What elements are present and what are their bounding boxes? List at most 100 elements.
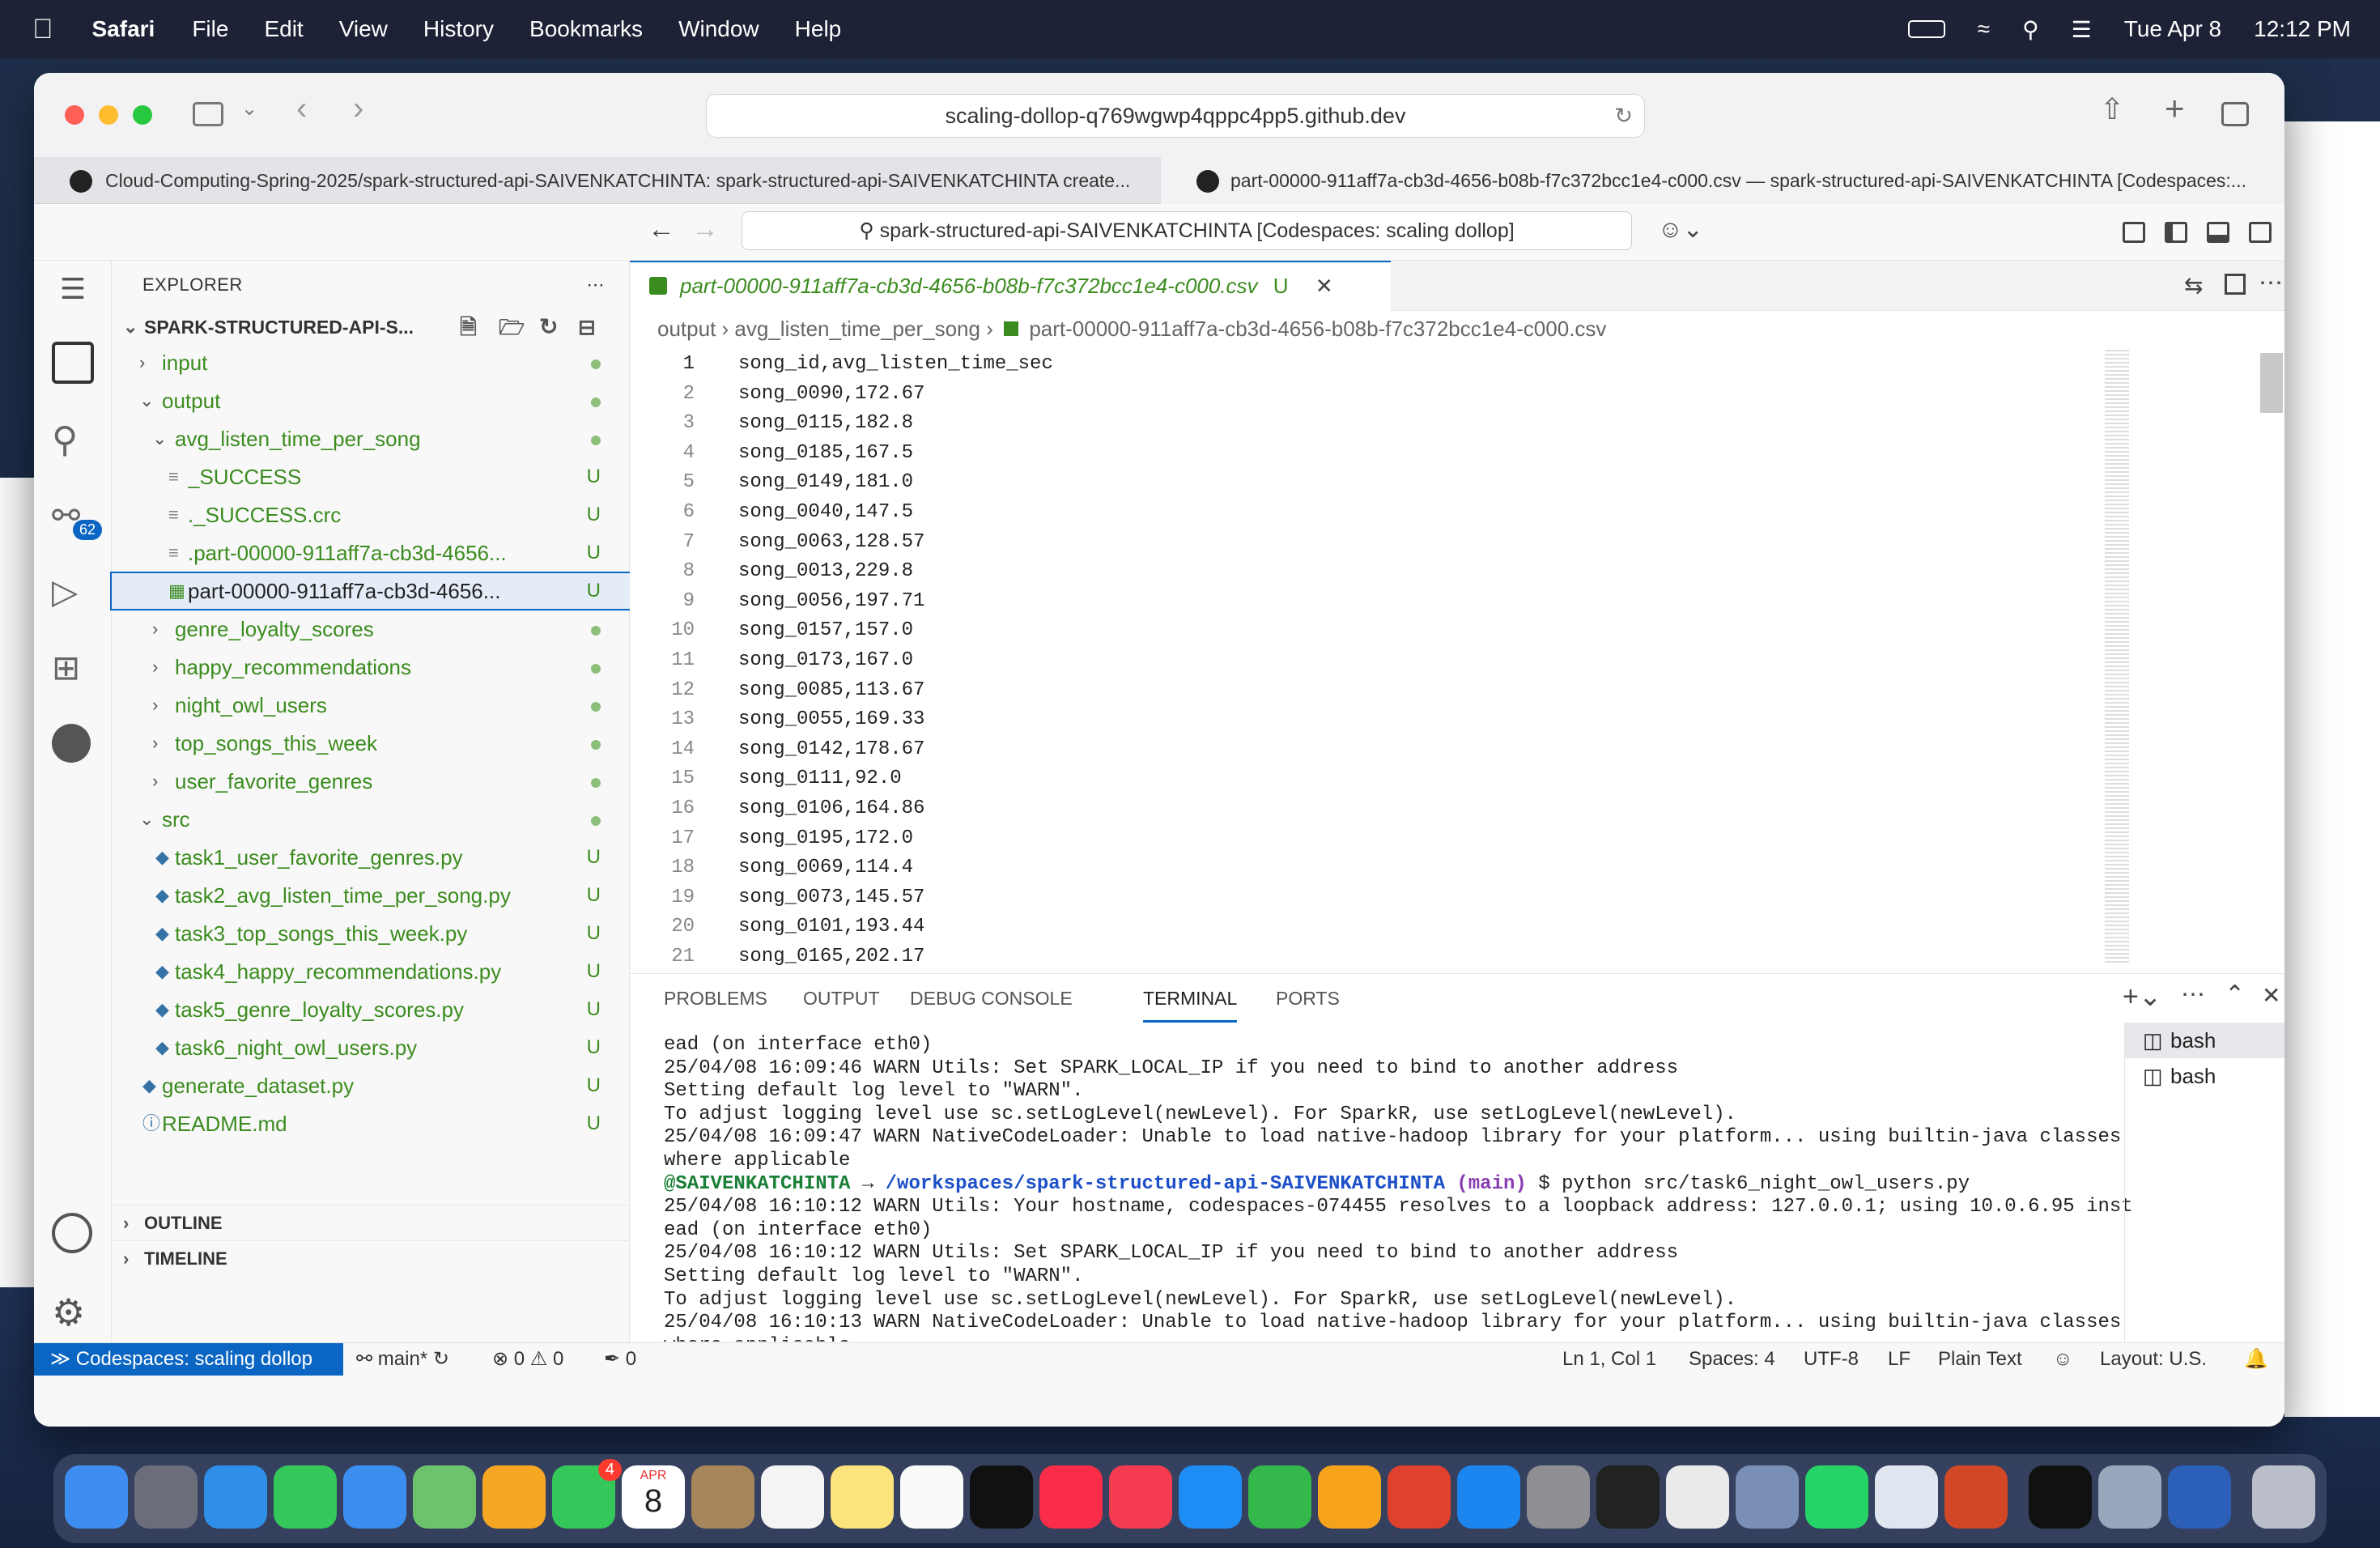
- code-line[interactable]: song_0101,193.44: [738, 916, 924, 938]
- mail-icon[interactable]: [343, 1465, 406, 1529]
- reminders-icon[interactable]: [761, 1465, 824, 1529]
- maps-icon[interactable]: [413, 1465, 476, 1529]
- menubar-time[interactable]: 12:12 PM: [2254, 16, 2351, 42]
- numbers-icon[interactable]: [1248, 1465, 1311, 1529]
- panel-tab-ports[interactable]: PORTS: [1276, 974, 1340, 1023]
- sidebar-toggle-icon[interactable]: [193, 102, 223, 126]
- zoom-window-button[interactable]: [133, 105, 152, 125]
- code-line[interactable]: song_0195,172.0: [738, 827, 913, 849]
- menu-help[interactable]: Help: [795, 16, 842, 42]
- panel-tab-debug-console[interactable]: DEBUG CONSOLE: [910, 974, 1073, 1023]
- apple-icon[interactable]: : [32, 14, 53, 45]
- workspace-root[interactable]: ⌄ SPARK-STRUCTURED-API-S... 🗎 🗁 ↻ ⊟: [112, 309, 630, 345]
- code-line[interactable]: song_0165,202.17: [738, 946, 924, 968]
- new-file-icon[interactable]: 🗎: [460, 309, 477, 345]
- app-icon[interactable]: [2029, 1465, 2092, 1529]
- menu-icon[interactable]: ☰: [52, 272, 94, 314]
- problems-indicator[interactable]: ⊗ 0 ⚠ 0: [492, 1343, 563, 1376]
- facetime-icon[interactable]: 4: [552, 1459, 622, 1529]
- code-line[interactable]: song_0115,182.8: [738, 412, 913, 434]
- editor-scrollbar[interactable]: [2260, 353, 2283, 413]
- files-icon[interactable]: [52, 342, 94, 384]
- tree-item[interactable]: ≡ .part-00000-911aff7a-cb3d-4656... U: [112, 535, 630, 571]
- code-line[interactable]: song_id,avg_listen_time_sec: [738, 353, 1053, 375]
- split-editor-icon[interactable]: [2225, 274, 2246, 295]
- code-line[interactable]: song_0085,113.67: [738, 679, 924, 701]
- notes-icon[interactable]: [831, 1465, 894, 1529]
- tree-item[interactable]: › genre_loyalty_scores: [112, 611, 630, 647]
- whatsapp-icon[interactable]: [1805, 1465, 1868, 1529]
- apple-tv-icon[interactable]: [970, 1465, 1033, 1529]
- code-line[interactable]: song_0013,229.8: [738, 560, 913, 582]
- contacts-icon[interactable]: [691, 1465, 754, 1529]
- outline-section[interactable]: › OUTLINE: [112, 1205, 630, 1240]
- search-icon[interactable]: ⚲: [52, 419, 94, 461]
- panel-tab-output[interactable]: OUTPUT: [803, 974, 880, 1023]
- background-window-left[interactable]: [0, 478, 34, 1287]
- app-store-icon[interactable]: [1457, 1465, 1520, 1529]
- copilot-icon[interactable]: ☺⌄: [1658, 215, 1703, 244]
- tree-item[interactable]: › night_owl_users: [112, 687, 630, 723]
- code-line[interactable]: song_0056,197.71: [738, 590, 924, 612]
- run-debug-icon[interactable]: ▷: [52, 572, 94, 614]
- menu-bookmarks[interactable]: Bookmarks: [529, 16, 643, 42]
- command-center[interactable]: ⚲ spark-structured-api-SAIVENKATCHINTA […: [742, 211, 1632, 250]
- tree-item[interactable]: ◆ task1_user_favorite_genres.py U: [112, 840, 630, 875]
- system-settings-icon[interactable]: [1527, 1465, 1590, 1529]
- code-line[interactable]: song_0073,145.57: [738, 887, 924, 908]
- reload-icon[interactable]: ↻: [1614, 95, 1633, 137]
- pages-icon[interactable]: [1318, 1465, 1381, 1529]
- github-icon[interactable]: [52, 724, 91, 763]
- new-folder-icon[interactable]: 🗁: [499, 309, 525, 345]
- tree-item[interactable]: ⌄ avg_listen_time_per_song: [112, 421, 630, 457]
- terminal[interactable]: ead (on interface eth0) 25/04/08 16:09:46…: [664, 1034, 2145, 1342]
- more-actions-icon[interactable]: ⋯: [2259, 269, 2283, 297]
- powerpoint-icon[interactable]: [1944, 1465, 2008, 1529]
- maximize-panel-icon[interactable]: ⌃: [2225, 980, 2245, 1009]
- tableau-icon[interactable]: [1875, 1465, 1938, 1529]
- terminal-item-bash[interactable]: ◫ bash: [2125, 1058, 2284, 1094]
- menu-view[interactable]: View: [339, 16, 388, 42]
- tree-item[interactable]: ≡ ._SUCCESS.crc U: [112, 497, 630, 533]
- app-icon[interactable]: [1388, 1465, 1451, 1529]
- menu-file[interactable]: File: [192, 16, 228, 42]
- finder-icon[interactable]: [65, 1465, 128, 1529]
- tree-item[interactable]: › top_songs_this_week: [112, 725, 630, 761]
- refresh-icon[interactable]: ↻: [539, 309, 558, 345]
- tree-item[interactable]: ◆ generate_dataset.py U: [112, 1068, 630, 1104]
- customize-layout-icon[interactable]: [2123, 222, 2145, 243]
- battery-icon[interactable]: [1907, 20, 1945, 38]
- menu-edit[interactable]: Edit: [264, 16, 303, 42]
- freeform-icon[interactable]: [900, 1465, 963, 1529]
- forward-icon[interactable]: →: [691, 214, 719, 245]
- background-window[interactable]: [2284, 121, 2380, 1417]
- chevron-down-icon[interactable]: ⌄: [241, 97, 257, 121]
- account-icon[interactable]: [52, 1213, 92, 1253]
- iphone-mirroring-icon[interactable]: [1736, 1465, 1799, 1529]
- editor-tab-active[interactable]: part-00000-911aff7a-cb3d-4656-b08b-f7c37…: [630, 261, 1391, 311]
- toggle-secondary-sidebar-icon[interactable]: [2249, 222, 2272, 243]
- notifications-icon[interactable]: 🔔: [2244, 1343, 2268, 1376]
- copilot-icon[interactable]: ☺: [2053, 1343, 2073, 1376]
- tree-item[interactable]: ⌄ output: [112, 383, 630, 419]
- extensions-icon[interactable]: ⊞: [52, 648, 94, 690]
- gear-icon[interactable]: ⚙: [52, 1291, 94, 1333]
- end-of-line[interactable]: LF: [1888, 1343, 1910, 1376]
- tree-item[interactable]: ▦ part-00000-911aff7a-cb3d-4656... U: [110, 572, 631, 610]
- address-bar[interactable]: scaling-dollop-q769wgwp4qppc4pp5.github.…: [706, 94, 1645, 138]
- new-terminal-icon[interactable]: +⌄: [2123, 980, 2161, 1013]
- tab-overview-icon[interactable]: [2221, 102, 2249, 126]
- control-center-icon[interactable]: ☰: [2072, 16, 2092, 43]
- encoding[interactable]: UTF-8: [1804, 1343, 1859, 1376]
- close-panel-icon[interactable]: ✕: [2262, 982, 2280, 1009]
- news-icon[interactable]: [1109, 1465, 1172, 1529]
- code-line[interactable]: song_0069,114.4: [738, 857, 913, 878]
- tree-item[interactable]: › user_favorite_genres: [112, 763, 630, 799]
- code-line[interactable]: song_0106,164.86: [738, 797, 924, 819]
- code-line[interactable]: song_0142,178.67: [738, 738, 924, 760]
- calendar-icon[interactable]: APR 8: [622, 1465, 685, 1529]
- safari-tab-github[interactable]: Cloud-Computing-Spring-2025/spark-struct…: [34, 157, 1159, 204]
- remote-indicator[interactable]: ≫ Codespaces: scaling dollop: [34, 1343, 343, 1376]
- code-line[interactable]: song_0090,172.67: [738, 383, 924, 405]
- terminal-app-icon[interactable]: [1596, 1465, 1660, 1529]
